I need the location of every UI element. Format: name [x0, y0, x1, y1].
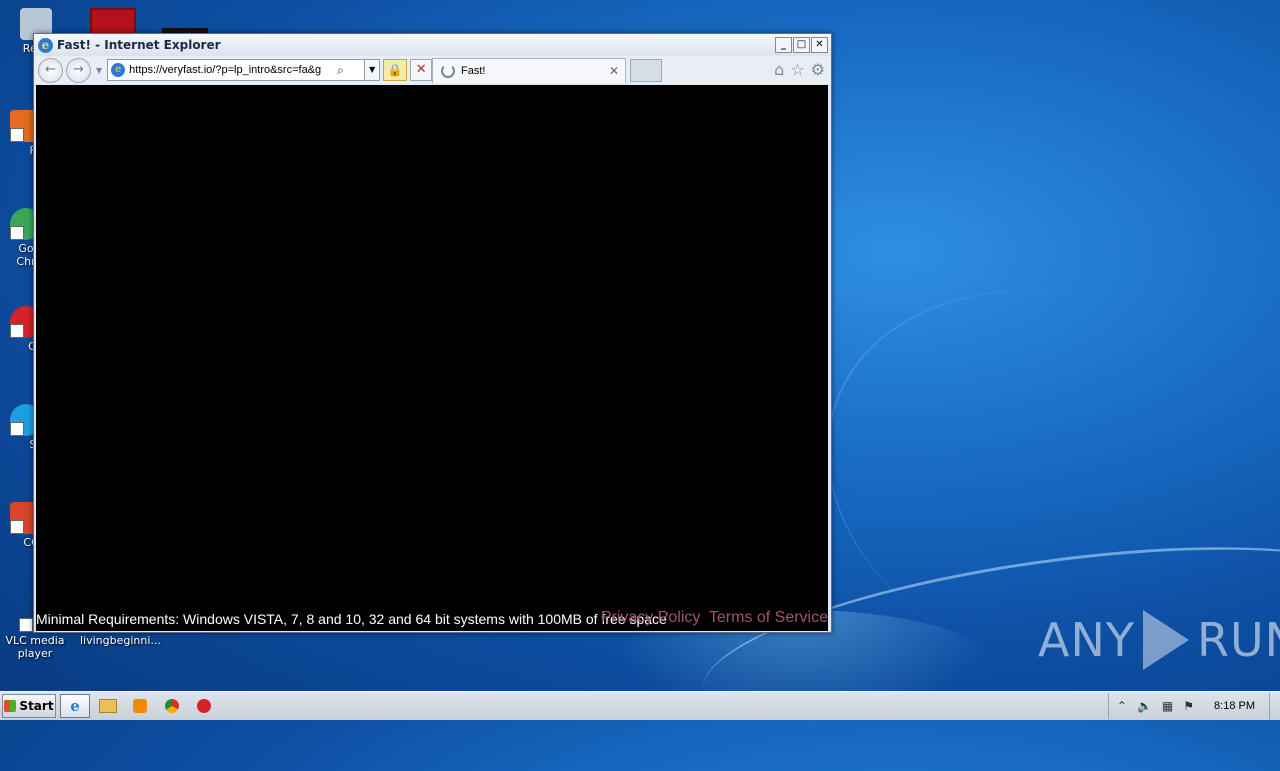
- taskbar: Start e ⌃ 🔈 ▦ ⚑ 8:18 PM: [0, 691, 1280, 720]
- taskbar-opera-icon[interactable]: [190, 695, 218, 717]
- network-icon[interactable]: ▦: [1162, 699, 1173, 713]
- tab-title: Fast!: [461, 65, 486, 77]
- watermark-left-text: ANY: [1038, 613, 1135, 667]
- window-controls: _ □ ✕: [775, 37, 828, 53]
- ie-logo-icon: e: [38, 37, 53, 53]
- taskbar-media-player-icon[interactable]: [126, 695, 154, 717]
- settings-gear-icon[interactable]: ⚙: [811, 60, 825, 79]
- start-button[interactable]: Start: [2, 694, 56, 718]
- tab-close-button[interactable]: ✕: [609, 64, 619, 78]
- taskbar-chrome-icon[interactable]: [158, 695, 186, 717]
- desktop-icon-label: VLC media player: [5, 634, 65, 660]
- system-tray: ⌃ 🔈 ▦ ⚑ 8:18 PM: [1107, 693, 1269, 719]
- anyrun-watermark: ANY RUN: [1038, 610, 1280, 670]
- clock[interactable]: 8:18 PM: [1214, 700, 1255, 712]
- page-icon: e: [111, 63, 126, 77]
- page-content: Minimal Requirements: Windows VISTA, 7, …: [36, 85, 828, 631]
- forward-button[interactable]: →: [66, 57, 91, 83]
- back-button[interactable]: ←: [38, 57, 63, 83]
- favorites-star-icon[interactable]: ☆: [790, 60, 804, 79]
- lock-icon[interactable]: 🔒: [383, 59, 408, 81]
- address-bar[interactable]: e https://veryfast.io/?p=lp_intro&src=fa…: [107, 59, 366, 81]
- home-icon[interactable]: ⌂: [774, 60, 784, 79]
- show-desktop-button[interactable]: [1269, 693, 1280, 719]
- minimize-button[interactable]: _: [775, 37, 792, 53]
- navigation-toolbar: ← → ▼ e https://veryfast.io/?p=lp_intro&…: [34, 56, 831, 84]
- stop-button[interactable]: ✕: [410, 59, 433, 81]
- window-title: Fast! - Internet Explorer: [57, 38, 221, 52]
- loading-icon: [441, 64, 455, 78]
- history-dropdown-icon[interactable]: ▼: [96, 66, 102, 75]
- new-tab-button[interactable]: [630, 59, 662, 82]
- play-logo-icon: [1142, 610, 1189, 670]
- maximize-button[interactable]: □: [793, 37, 810, 53]
- start-label: Start: [19, 699, 54, 713]
- terms-of-service-link[interactable]: Terms of Service: [709, 609, 828, 626]
- address-url[interactable]: https://veryfast.io/?p=lp_intro&src=fa&g: [129, 64, 335, 76]
- search-icon[interactable]: ⌕: [337, 63, 344, 78]
- close-button[interactable]: ✕: [811, 37, 828, 53]
- show-hidden-icons-icon[interactable]: ⌃: [1117, 699, 1127, 713]
- browser-tab[interactable]: Fast! ✕: [432, 58, 626, 83]
- title-bar[interactable]: e Fast! - Internet Explorer _ □ ✕: [34, 34, 831, 56]
- volume-icon[interactable]: 🔈: [1137, 699, 1152, 713]
- desktop-icon-label: livingbeginni...: [80, 634, 161, 647]
- footer-links: Privacy Policy Terms of Service: [597, 609, 828, 627]
- watermark-right-text: RUN: [1196, 613, 1280, 667]
- taskbar-explorer-icon[interactable]: [94, 695, 122, 717]
- requirements-text: Minimal Requirements: Windows VISTA, 7, …: [36, 611, 667, 627]
- windows-logo-icon: [4, 700, 17, 712]
- action-center-flag-icon[interactable]: ⚑: [1183, 699, 1194, 713]
- desktop-icon-label: Go Chr: [16, 242, 36, 268]
- taskbar-ie-icon[interactable]: e: [60, 694, 90, 718]
- toolbar-icons: ⌂ ☆ ⚙: [774, 60, 825, 79]
- address-dropdown-button[interactable]: ▼: [365, 59, 381, 81]
- internet-explorer-window: e Fast! - Internet Explorer _ □ ✕ ← → ▼ …: [33, 33, 832, 633]
- privacy-policy-link[interactable]: Privacy Policy: [601, 609, 701, 626]
